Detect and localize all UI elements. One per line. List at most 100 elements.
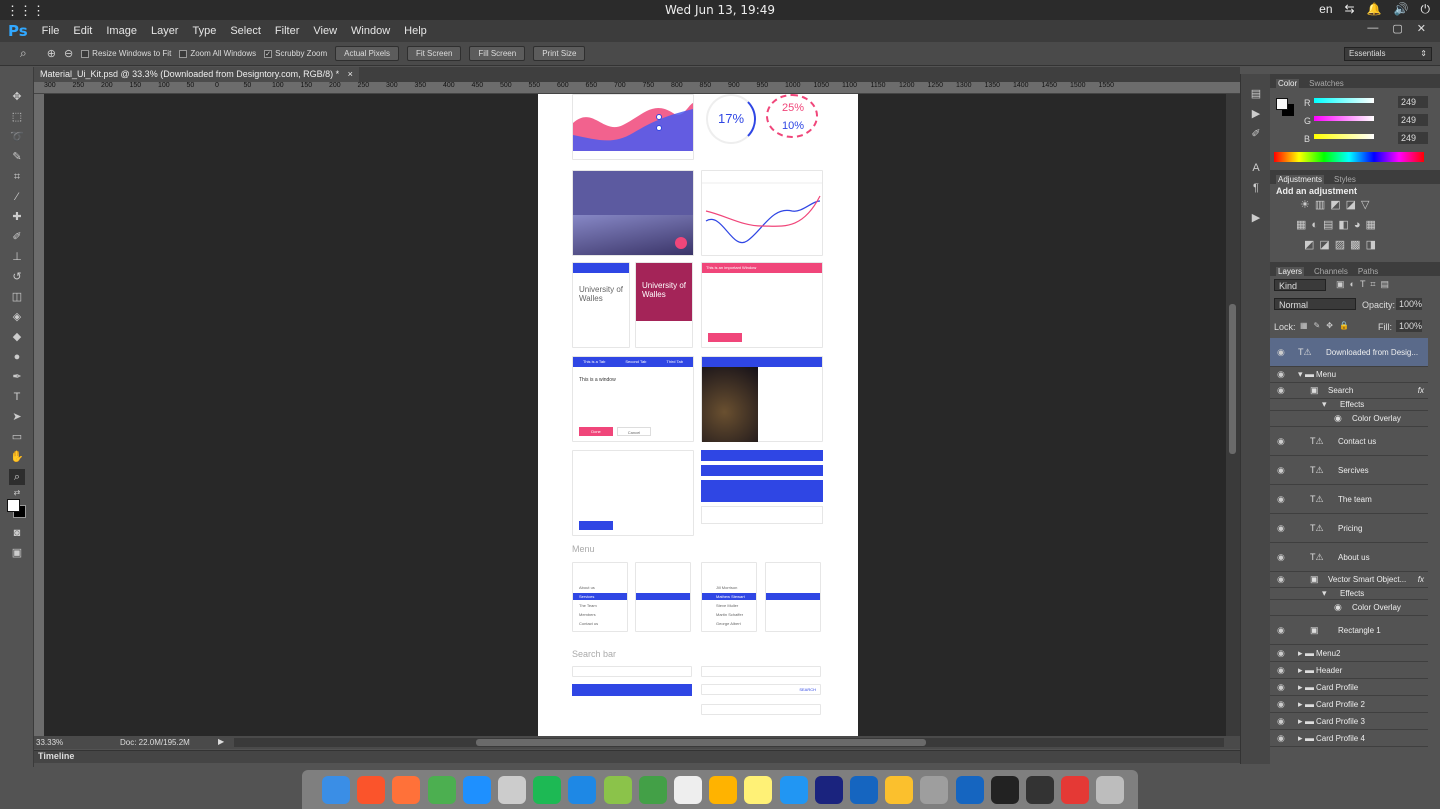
close-tab-icon[interactable]: ×	[348, 69, 353, 79]
firefox-icon[interactable]	[392, 776, 421, 804]
marquee-tool-icon[interactable]: ⬚	[9, 109, 25, 125]
cancel-button[interactable]: Cancel	[617, 427, 651, 436]
layer-row[interactable]: ◉ T⚠ About us	[1270, 543, 1428, 572]
notes-icon[interactable]	[744, 776, 773, 804]
visibility-eye-icon[interactable]: ◉	[1277, 494, 1285, 505]
layer-row[interactable]: ◉ ▣ Vector Smart Object... fx	[1270, 572, 1428, 588]
scrubby-zoom-checkbox[interactable]: ✓ Scrubby Zoom	[264, 49, 327, 58]
done-button-2[interactable]: Done	[579, 427, 613, 436]
search-bar-active[interactable]	[572, 684, 692, 696]
print-size-button[interactable]: Print Size	[533, 46, 586, 61]
zoom-tool-icon[interactable]: ⌕	[20, 46, 27, 61]
horizontal-scrollbar[interactable]	[234, 738, 1224, 747]
layer-row[interactable]: ◉ T⚠ Pricing	[1270, 514, 1428, 543]
power-icon[interactable]: ⏻	[1421, 2, 1431, 17]
console-icon[interactable]	[1026, 776, 1054, 804]
pen-icon[interactable]	[850, 776, 878, 804]
visibility-eye-icon[interactable]: ◉	[1277, 465, 1285, 476]
horizontal-ruler[interactable]: 300 250 200 150 100 50 0 50 100 150 200 250 300 350 40…	[34, 82, 1240, 94]
visibility-eye-icon[interactable]: ◉	[1277, 716, 1285, 727]
kind-filter-select[interactable]: Kind	[1274, 279, 1326, 291]
layer-row[interactable]: ◉ ▸ ▬ Menu2	[1270, 645, 1428, 662]
color-spectrum[interactable]	[1274, 152, 1424, 162]
close-icon[interactable]: ✕	[1417, 22, 1426, 35]
zoom-tool-active-icon[interactable]: ⌕	[9, 469, 25, 485]
kodi-icon[interactable]	[955, 776, 984, 804]
menu-help[interactable]: Help	[404, 25, 427, 37]
photoshop-icon[interactable]	[814, 776, 843, 804]
vertical-scrollbar[interactable]	[1226, 94, 1240, 736]
search-bar-4[interactable]	[701, 704, 821, 715]
chrome-icon[interactable]	[427, 776, 456, 804]
tab-second[interactable]: Second Tab	[625, 357, 646, 367]
search-button[interactable]: SEARCH	[799, 687, 816, 692]
minimize-icon[interactable]: —	[1367, 22, 1378, 35]
network-icon[interactable]: ⇆	[1345, 2, 1355, 17]
hanger-icon[interactable]	[603, 776, 632, 804]
character-panel-icon[interactable]: A	[1248, 160, 1264, 176]
visibility-eye-icon[interactable]: ◉	[1277, 682, 1285, 693]
menu-window[interactable]: Window	[351, 25, 390, 37]
zoom-all-windows-checkbox[interactable]: Zoom All Windows	[179, 49, 256, 58]
layer-row[interactable]: ◉ T⚠ The team	[1270, 485, 1428, 514]
search-bar-2[interactable]	[701, 666, 821, 677]
quick-mask-icon[interactable]: ◙	[9, 525, 25, 541]
notification-bell-icon[interactable]: 🔔	[1367, 2, 1382, 17]
layer-filter-icons[interactable]: ▣◐T⌗▤	[1336, 279, 1394, 290]
menu-image[interactable]: Image	[106, 25, 137, 37]
spotify-icon[interactable]	[533, 776, 562, 804]
zoom-level[interactable]: 33.33%	[36, 738, 63, 747]
lock-icons[interactable]: ▦✎✥🔒	[1300, 321, 1355, 330]
type-tool-icon[interactable]: T	[9, 389, 25, 405]
menu-type[interactable]: Type	[192, 25, 216, 37]
green-slider[interactable]	[1314, 116, 1374, 121]
visibility-eye-icon[interactable]: ◉	[1277, 436, 1285, 447]
tab-third[interactable]: Third Tab	[666, 357, 683, 367]
preview-icon[interactable]	[709, 776, 738, 804]
h-scroll-thumb[interactable]	[476, 739, 926, 746]
visibility-eye-icon[interactable]: ◉	[1277, 385, 1285, 396]
shield-icon[interactable]	[638, 776, 667, 804]
document-canvas[interactable]: 17% 25% 10% University of Walles Univers…	[44, 94, 1226, 736]
actions-panel-icon[interactable]: ▶	[1248, 106, 1264, 122]
layer-row[interactable]: ◉ T⚠ Sercives	[1270, 456, 1428, 485]
fg-color-chip[interactable]	[1276, 98, 1288, 110]
tab-paths[interactable]: Paths	[1358, 267, 1378, 276]
visibility-eye-icon[interactable]: ◉	[1277, 733, 1285, 744]
volume-icon[interactable]: 🔊	[1394, 2, 1409, 17]
paragraph-panel-icon[interactable]: ¶	[1248, 180, 1264, 196]
adjustment-icons-row-1[interactable]: ☀▥◩◪▽	[1300, 198, 1375, 211]
hand-tool-icon[interactable]: ✋	[9, 449, 25, 465]
adjustment-icons-row-2[interactable]: ▦◐▤◧◕▦	[1296, 218, 1381, 231]
search-bar-3[interactable]: SEARCH	[701, 684, 821, 695]
resize-windows-checkbox[interactable]: Resize Windows to Fit	[81, 49, 171, 58]
lasso-tool-icon[interactable]: ➰	[9, 129, 25, 145]
blue-value[interactable]: 249	[1398, 132, 1428, 144]
status-arrow-icon[interactable]: ▶	[218, 737, 224, 746]
fab-button[interactable]	[675, 237, 687, 249]
opacity-input[interactable]: 100%	[1396, 298, 1422, 310]
visibility-eye-icon[interactable]: ◉	[1277, 574, 1285, 585]
timeline-panel[interactable]: Timeline	[34, 750, 1240, 763]
blue-slider[interactable]	[1314, 134, 1374, 139]
menu-select[interactable]: Select	[230, 25, 261, 37]
layer-row[interactable]: ◉ Color Overlay	[1270, 411, 1428, 427]
tab-swatches[interactable]: Swatches	[1309, 79, 1344, 88]
fill-input[interactable]: 100%	[1396, 320, 1422, 332]
brave-icon[interactable]	[357, 776, 386, 804]
doc-size[interactable]: Doc: 22.0M/195.2M	[120, 738, 190, 747]
tab-channels[interactable]: Channels	[1314, 267, 1348, 276]
blend-mode-select[interactable]: Normal	[1274, 298, 1356, 310]
menu-file[interactable]: File	[42, 25, 60, 37]
crop-tool-icon[interactable]: ⌗	[9, 169, 25, 185]
eyedropper-tool-icon[interactable]: ⁄	[9, 189, 25, 205]
path-select-tool-icon[interactable]: ➤	[9, 409, 25, 425]
red-slider[interactable]	[1314, 98, 1374, 103]
visibility-eye-icon[interactable]: ◉	[1277, 347, 1285, 358]
menu-edit[interactable]: Edit	[73, 25, 92, 37]
visibility-eye-icon[interactable]: ◉	[1277, 665, 1285, 676]
system-clock[interactable]: Wed Jun 13, 19:49	[0, 3, 1440, 17]
done-button[interactable]	[708, 333, 742, 342]
brush-tool-icon[interactable]: ✐	[9, 229, 25, 245]
tab-first[interactable]: This is a Tab	[583, 357, 605, 367]
